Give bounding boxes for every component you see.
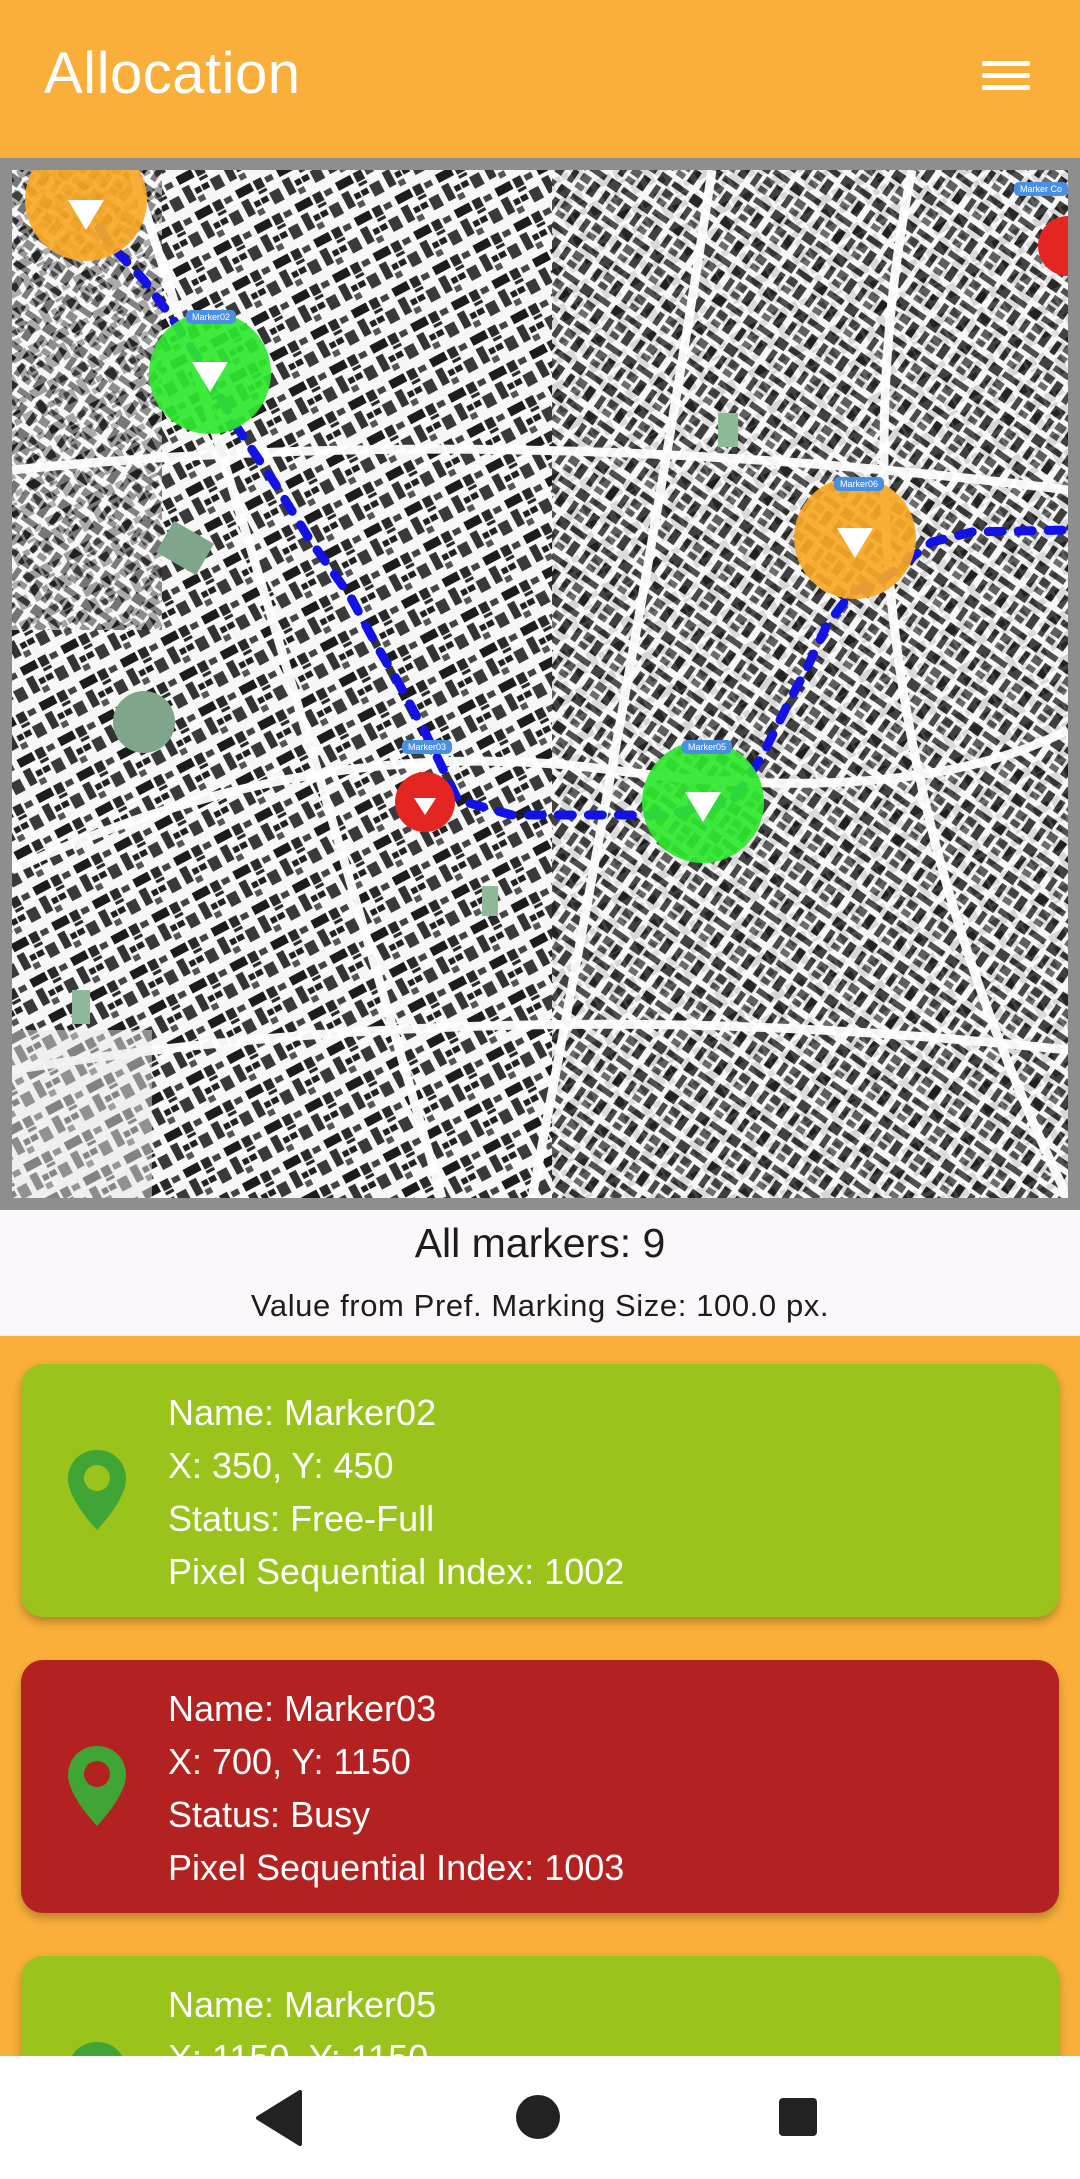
- map-marker-marker-co[interactable]: [1038, 216, 1068, 276]
- marker-status: Status: Busy: [168, 1794, 371, 1835]
- markers-count: All markers: 9: [414, 1220, 666, 1266]
- home-circle-icon[interactable]: [480, 2056, 600, 2179]
- marker-coords: X: 1150, Y: 1150: [168, 2031, 436, 2056]
- marker-name: Name: Marker03: [168, 1688, 437, 1729]
- map-view[interactable]: Marker02 Marker03 Marker05 Marker06 Mark…: [12, 170, 1068, 1198]
- marker-label-marker06: Marker06: [834, 477, 885, 491]
- app-title: Allocation: [44, 41, 301, 106]
- marker-coords: X: 350, Y: 450: [168, 1445, 394, 1486]
- marker-card-marker03[interactable]: Name: Marker03 X: 700, Y: 1150 Status: B…: [21, 1660, 1059, 1913]
- map-marker-marker03[interactable]: [395, 772, 455, 832]
- marker-name: Name: Marker05: [168, 1984, 437, 2025]
- marker-index: Pixel Sequential Index: 1002: [168, 1551, 625, 1592]
- map-marker-marker05[interactable]: [642, 741, 764, 863]
- marker-name: Name: Marker02: [168, 1392, 437, 1433]
- markers-info-panel: All markers: 9 Value from Pref. Marking …: [0, 1210, 1080, 1336]
- location-pin-icon: [72, 2042, 122, 2056]
- marker-label-marker03: Marker03: [402, 740, 453, 754]
- map-marker-01[interactable]: [25, 170, 147, 261]
- map-markers-layer: [25, 170, 1068, 863]
- map-marker-marker02[interactable]: [149, 312, 271, 434]
- marker-label-marker-co: Marker Co: [1014, 182, 1068, 196]
- app-bar: Allocation: [0, 0, 1080, 158]
- marker-card-marker05[interactable]: Name: Marker05 X: 1150, Y: 1150: [21, 1956, 1059, 2056]
- recents-square-icon[interactable]: [738, 2056, 858, 2179]
- markers-list[interactable]: Name: Marker02 X: 350, Y: 450 Status: Fr…: [0, 1336, 1080, 2056]
- back-triangle-icon[interactable]: [218, 2056, 338, 2179]
- marker-label-marker05: Marker05: [682, 740, 733, 754]
- marker-status: Status: Free-Full: [168, 1498, 435, 1539]
- map-marker-marker06[interactable]: [794, 477, 916, 599]
- system-nav-bar: [0, 2056, 1080, 2179]
- marker-coords: X: 700, Y: 1150: [168, 1741, 411, 1782]
- marker-label-marker02: Marker02: [186, 310, 237, 324]
- map-frame: Marker02 Marker03 Marker05 Marker06 Mark…: [0, 158, 1080, 1210]
- marking-size-text: Value from Pref. Marking Size: 100.0 px.: [250, 1288, 830, 1323]
- hamburger-menu-icon[interactable]: [976, 55, 1036, 97]
- location-pin-icon: [68, 1746, 126, 1826]
- location-pin-icon: [68, 1450, 126, 1530]
- marker-index: Pixel Sequential Index: 1003: [168, 1847, 625, 1888]
- marker-card-marker02[interactable]: Name: Marker02 X: 350, Y: 450 Status: Fr…: [21, 1364, 1059, 1617]
